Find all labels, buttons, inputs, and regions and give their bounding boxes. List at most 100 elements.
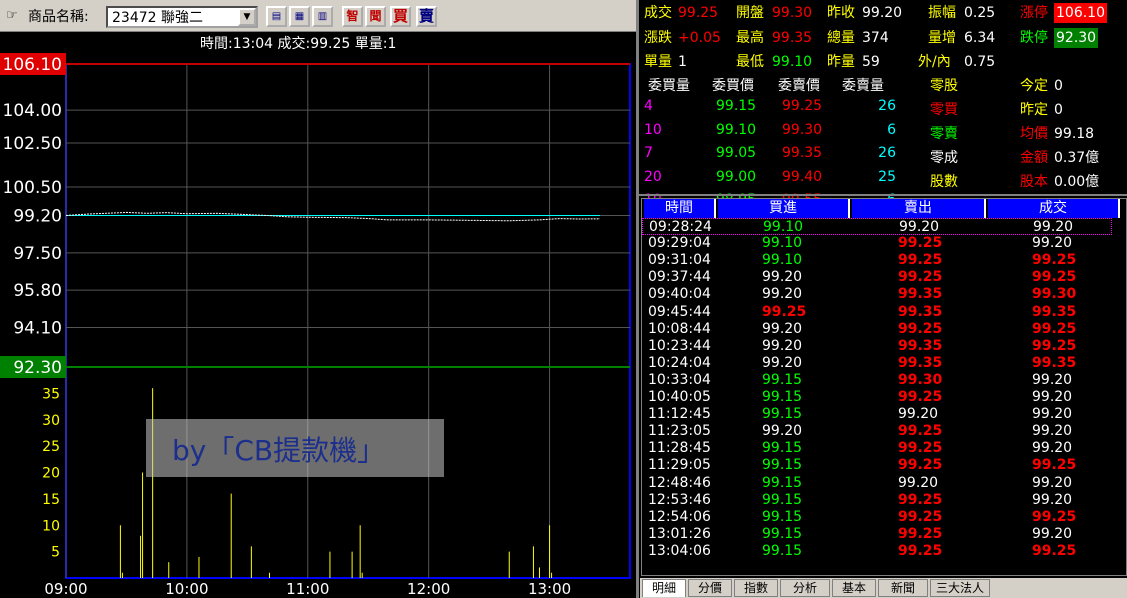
panel-divider-horizontal[interactable] bbox=[638, 194, 1127, 196]
trade-detail-table[interactable]: 時間 買進 賣出 成交 09:28:24 99.10 99.20 99.20 09:29… bbox=[641, 198, 1127, 576]
trade-ask: 99.25 bbox=[898, 457, 943, 474]
chevron-down-icon[interactable]: ▼ bbox=[238, 8, 256, 26]
news-button[interactable]: 聞 bbox=[365, 6, 386, 27]
volume-tick-label: 10 bbox=[42, 518, 60, 534]
trade-ask: 99.20 bbox=[898, 406, 939, 423]
table-row[interactable]: 09:45:44 99.25 99.35 99.35 bbox=[642, 304, 1112, 321]
table-row[interactable]: 09:28:24 99.10 99.20 99.20 bbox=[642, 218, 1112, 235]
table-row[interactable]: 13:01:26 99.15 99.25 99.20 bbox=[642, 526, 1112, 543]
trade-deal: 99.20 bbox=[1032, 423, 1073, 440]
table-row[interactable]: 09:29:04 99.10 99.25 99.20 bbox=[642, 235, 1112, 252]
book-bid-price: 99.05 bbox=[716, 145, 757, 161]
pointer-hand-icon[interactable]: ☞ bbox=[6, 8, 26, 24]
trade-ask: 99.30 bbox=[898, 371, 943, 388]
trade-bid: 99.20 bbox=[762, 337, 803, 354]
chart-frame bbox=[65, 63, 631, 579]
table-row[interactable]: 10:33:04 99.15 99.30 99.20 bbox=[642, 372, 1112, 389]
bottom-tabs: 明細 分價 指數 分析 基本 新聞 三大法人 bbox=[640, 578, 1127, 598]
odd-sell-label: 零賣 bbox=[930, 126, 958, 142]
table-row[interactable]: 12:54:06 99.15 99.25 99.25 bbox=[642, 509, 1112, 526]
trades-header-ask[interactable]: 賣出 bbox=[852, 199, 986, 218]
trade-time: 11:12:45 bbox=[648, 406, 711, 423]
open-value: 99.30 bbox=[772, 5, 813, 21]
price-tick-label: 95.80 bbox=[13, 281, 62, 301]
single-volume-label: 單量 bbox=[644, 54, 672, 70]
volume-tick-label: 25 bbox=[42, 439, 60, 455]
change-label: 漲跌 bbox=[644, 30, 672, 46]
tab-analysis[interactable]: 分析 bbox=[780, 579, 830, 597]
trade-bid: 99.20 bbox=[762, 286, 803, 303]
price-tick-label: 94.10 bbox=[13, 318, 62, 338]
trade-time: 11:29:05 bbox=[648, 457, 711, 474]
trade-time: 10:24:04 bbox=[648, 354, 711, 371]
product-select[interactable]: 23472 聯強二 ▼ bbox=[106, 6, 258, 28]
trades-header-deal[interactable]: 成交 bbox=[988, 199, 1120, 218]
calculator-icon[interactable]: ▦ bbox=[289, 6, 310, 27]
book-ask-price: 99.30 bbox=[782, 121, 823, 138]
table-row[interactable]: 10:24:04 99.20 99.35 99.35 bbox=[642, 355, 1112, 372]
trade-time: 12:48:46 bbox=[648, 474, 711, 491]
table-row[interactable]: 09:37:44 99.20 99.25 99.25 bbox=[642, 269, 1112, 286]
tab-index[interactable]: 指數 bbox=[734, 579, 778, 597]
trade-deal: 99.25 bbox=[1032, 252, 1077, 269]
trade-ask: 99.25 bbox=[898, 269, 943, 286]
average-price-value: 99.18 bbox=[1054, 126, 1095, 142]
intraday-chart[interactable]: 09:00 10:00 11:00 12:00 13:00 106.10 104.00 102… bbox=[0, 52, 636, 598]
today-fixed-label: 今定 bbox=[1020, 78, 1048, 94]
chart-info-text: 時間:13:04 成交:99.25 單量:1 bbox=[200, 36, 397, 52]
single-volume-value: 1 bbox=[678, 54, 687, 70]
tab-news[interactable]: 新聞 bbox=[878, 579, 928, 597]
table-row[interactable]: 10:40:05 99.15 99.25 99.20 bbox=[642, 389, 1112, 406]
table-row[interactable]: 11:29:05 99.15 99.25 99.25 bbox=[642, 457, 1112, 474]
trade-time: 09:31:04 bbox=[648, 252, 711, 269]
book-header-ask-qty: 委賣量 bbox=[842, 78, 884, 94]
out-in-ratio-label: 外/內 bbox=[918, 54, 951, 70]
table-row[interactable]: 10:08:44 99.20 99.25 99.25 bbox=[642, 321, 1112, 338]
book-header-bid-qty: 委買量 bbox=[648, 78, 690, 94]
x-tick-label: 11:00 bbox=[286, 580, 329, 598]
buy-button[interactable]: 買 bbox=[390, 6, 411, 27]
table-row[interactable]: 12:53:46 99.15 99.25 99.20 bbox=[642, 492, 1112, 509]
table-row[interactable]: 09:31:04 99.10 99.25 99.25 bbox=[642, 252, 1112, 269]
price-tick-label: 106.10 bbox=[3, 55, 62, 75]
notepad-icon[interactable]: ▥ bbox=[312, 6, 333, 27]
panel-divider[interactable] bbox=[636, 0, 639, 598]
trade-ask: 99.25 bbox=[898, 235, 943, 252]
trade-bid: 99.20 bbox=[762, 423, 803, 440]
trade-deal: 99.25 bbox=[1032, 337, 1077, 354]
book-ask-qty: 6 bbox=[887, 121, 896, 138]
table-row[interactable]: 09:40:04 99.20 99.35 99.30 bbox=[642, 286, 1112, 303]
trade-ask: 99.25 bbox=[898, 423, 943, 440]
trade-deal: 99.20 bbox=[1032, 406, 1073, 423]
shares-label: 股數 bbox=[930, 174, 958, 190]
table-row[interactable]: 12:48:46 99.15 99.20 99.20 bbox=[642, 475, 1112, 492]
price-tick-label: 104.00 bbox=[3, 101, 62, 121]
trades-header-bid[interactable]: 買進 bbox=[718, 199, 850, 218]
prev-close-label: 昨收 bbox=[827, 5, 855, 21]
trade-ask: 99.25 bbox=[898, 252, 943, 269]
trade-time: 09:28:24 bbox=[649, 219, 712, 235]
table-row[interactable]: 11:23:05 99.20 99.25 99.20 bbox=[642, 423, 1112, 440]
trades-header-time[interactable]: 時間 bbox=[644, 199, 716, 218]
table-row[interactable]: 13:04:06 99.15 99.25 99.25 bbox=[642, 543, 1112, 560]
table-row[interactable]: 10:23:44 99.20 99.35 99.25 bbox=[642, 338, 1112, 355]
sell-button[interactable]: 賣 bbox=[416, 6, 437, 27]
tab-detail[interactable]: 明細 bbox=[642, 579, 686, 597]
trade-time: 12:53:46 bbox=[648, 491, 711, 508]
table-row[interactable]: 11:28:45 99.15 99.25 99.20 bbox=[642, 440, 1112, 457]
tab-price-distribution[interactable]: 分價 bbox=[688, 579, 732, 597]
trade-ask: 99.25 bbox=[898, 542, 943, 559]
odd-deal-label: 零成 bbox=[930, 150, 958, 166]
smart-button[interactable]: 智 bbox=[342, 6, 363, 27]
tab-institutional[interactable]: 三大法人 bbox=[930, 579, 990, 597]
trade-bid: 99.15 bbox=[762, 542, 803, 559]
monitor-icon[interactable]: ▤ bbox=[266, 6, 287, 27]
trade-time: 09:45:44 bbox=[648, 303, 711, 320]
trade-bid: 99.20 bbox=[762, 269, 803, 286]
volume-increase-label: 量增 bbox=[928, 30, 956, 46]
tab-basic[interactable]: 基本 bbox=[832, 579, 876, 597]
table-row[interactable]: 11:12:45 99.15 99.20 99.20 bbox=[642, 406, 1112, 423]
limit-down-value: 92.30 bbox=[1054, 28, 1099, 48]
book-bid-qty: 10 bbox=[644, 121, 662, 138]
trade-time: 09:37:44 bbox=[648, 269, 711, 286]
